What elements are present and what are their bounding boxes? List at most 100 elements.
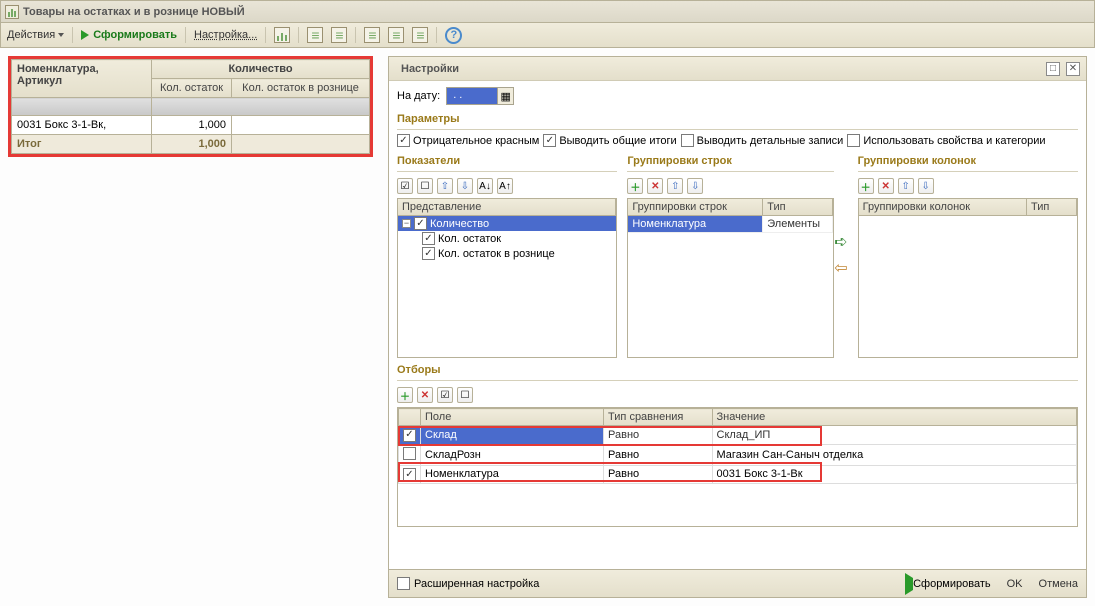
move-up-icon[interactable]: ⇧: [898, 178, 914, 194]
window-title: Товары на остатках и в рознице НОВЫЙ: [23, 6, 245, 18]
main-toolbar: Действия Сформировать Настройка... ?: [0, 22, 1095, 48]
filter-row[interactable]: СкладРозн Равно Магазин Сан-Саныч отделк…: [399, 444, 1077, 465]
row-group-item[interactable]: Номенклатура Элементы: [628, 216, 833, 233]
level-2-icon[interactable]: [388, 27, 404, 43]
close-icon[interactable]: ✕: [1066, 62, 1080, 76]
col-balance[interactable]: Кол. остаток: [152, 79, 232, 98]
filter-row[interactable]: ✓ Номенклатура Равно 0031 Бокс 3-1-Вк: [399, 465, 1077, 484]
result-grid-frame: Номенклатура, Артикул Количество Кол. ос…: [8, 56, 373, 157]
separator: [185, 27, 186, 43]
move-down-icon[interactable]: ⇩: [918, 178, 934, 194]
actions-menu[interactable]: Действия: [7, 29, 64, 41]
separator: [355, 27, 356, 43]
tree-collapse-icon[interactable]: [307, 27, 323, 43]
result-grid[interactable]: Номенклатура, Артикул Количество Кол. ос…: [11, 59, 370, 154]
check-details[interactable]: Выводить детальные записи: [681, 134, 844, 147]
ok-button[interactable]: OK: [1007, 578, 1023, 590]
sort-desc-icon[interactable]: A↑: [497, 178, 513, 194]
col-col-groups: Группировки колонок: [859, 199, 1027, 215]
uncheck-all-icon[interactable]: ☐: [457, 387, 473, 403]
filters-table[interactable]: Поле Тип сравнения Значение ✓ Склад Равн…: [397, 407, 1078, 527]
configure-link[interactable]: Настройка...: [194, 29, 257, 41]
level-3-icon[interactable]: [412, 27, 428, 43]
table-row[interactable]: 0031 Бокс 3-1-Вк, 1,000: [12, 116, 370, 135]
filter-row[interactable]: ✓ Склад Равно Склад_ИП: [399, 426, 1077, 445]
add-icon[interactable]: ＋: [858, 178, 874, 194]
delete-icon[interactable]: ✕: [417, 387, 433, 403]
advanced-check[interactable]: Расширенная настройка: [397, 577, 539, 590]
col-groups-box[interactable]: Группировки колонок Тип: [858, 198, 1078, 358]
check-totals[interactable]: ✓Выводить общие итоги: [543, 134, 676, 147]
params-label: Параметры: [397, 113, 1078, 125]
col-cmp[interactable]: Тип сравнения: [604, 409, 712, 426]
move-up-icon[interactable]: ⇧: [437, 178, 453, 194]
col-val[interactable]: Значение: [712, 409, 1076, 426]
delete-icon[interactable]: ✕: [878, 178, 894, 194]
generate-button[interactable]: Сформировать: [905, 578, 991, 590]
row-groups-label: Группировки строк: [627, 155, 834, 167]
col-qty[interactable]: Количество: [152, 60, 370, 79]
col-type: Тип: [763, 199, 833, 215]
settings-title: Настройки: [401, 63, 1040, 75]
col-representation: Представление: [398, 199, 616, 215]
col-check: [399, 409, 421, 426]
total-label: Итог: [12, 135, 152, 154]
report-icon: [5, 5, 19, 19]
tree-item-balance[interactable]: ✓Кол. остаток: [398, 231, 616, 246]
date-value: . .: [447, 88, 497, 104]
add-icon[interactable]: ＋: [627, 178, 643, 194]
move-up-icon[interactable]: ⇧: [667, 178, 683, 194]
tree-item-qty[interactable]: −✓ Количество: [398, 216, 616, 231]
move-down-icon[interactable]: ⇩: [457, 178, 473, 194]
col-type: Тип: [1027, 199, 1077, 215]
level-1-icon[interactable]: [364, 27, 380, 43]
tree-item-retail[interactable]: ✓Кол. остаток в рознице: [398, 246, 616, 261]
play-icon: [905, 573, 913, 595]
cell-balance: 1,000: [152, 116, 232, 135]
check-neg-red[interactable]: ✓Отрицательное красным: [397, 134, 539, 147]
add-icon[interactable]: ＋: [397, 387, 413, 403]
delete-icon[interactable]: ✕: [647, 178, 663, 194]
col-retail[interactable]: Кол. остаток в рознице: [232, 79, 370, 98]
check-props[interactable]: Использовать свойства и категории: [847, 134, 1045, 147]
col-field[interactable]: Поле: [421, 409, 604, 426]
separator: [436, 27, 437, 43]
check-all-icon[interactable]: ☑: [437, 387, 453, 403]
total-balance: 1,000: [152, 135, 232, 154]
row-groups-box[interactable]: Группировки строк Тип Номенклатура Элеме…: [627, 198, 834, 358]
col-nomenclature[interactable]: Номенклатура, Артикул: [12, 60, 152, 98]
move-right-icon[interactable]: ➪: [834, 232, 847, 252]
cell-retail: [232, 116, 370, 135]
maximize-icon[interactable]: □: [1046, 62, 1060, 76]
separator: [298, 27, 299, 43]
separator: [265, 27, 266, 43]
total-row: Итог 1,000: [12, 135, 370, 154]
calendar-icon[interactable]: ▦: [497, 88, 513, 104]
window-titlebar: Товары на остатках и в рознице НОВЫЙ: [0, 0, 1095, 22]
blank-cell: [152, 98, 370, 116]
sort-asc-icon[interactable]: A↓: [477, 178, 493, 194]
indicators-box[interactable]: Представление −✓ Количество ✓Кол. остато…: [397, 198, 617, 358]
generate-label: Сформировать: [93, 29, 177, 41]
params-checks: ✓Отрицательное красным ✓Выводить общие и…: [397, 134, 1078, 147]
separator: [72, 27, 73, 43]
settings-panel: Настройки □ ✕ На дату: . . ▦ Параметры ✓…: [388, 56, 1087, 598]
date-input[interactable]: . . ▦: [446, 87, 514, 105]
check-all-icon[interactable]: ☑: [397, 178, 413, 194]
indicators-label: Показатели: [397, 155, 617, 167]
help-icon[interactable]: ?: [445, 27, 462, 44]
total-retail: [232, 135, 370, 154]
cancel-button[interactable]: Отмена: [1039, 578, 1078, 590]
generate-button[interactable]: Сформировать: [81, 29, 177, 41]
chevron-down-icon: [58, 33, 64, 37]
date-label: На дату:: [397, 90, 440, 102]
play-icon: [81, 30, 89, 40]
col-groups-label: Группировки колонок: [858, 155, 1078, 167]
uncheck-all-icon[interactable]: ☐: [417, 178, 433, 194]
filters-label: Отборы: [397, 364, 1078, 376]
tree-expand-icon[interactable]: [331, 27, 347, 43]
move-left-icon[interactable]: ⇦: [834, 258, 847, 278]
blank-cell: [12, 98, 152, 116]
chart-icon[interactable]: [274, 27, 290, 43]
move-down-icon[interactable]: ⇩: [687, 178, 703, 194]
